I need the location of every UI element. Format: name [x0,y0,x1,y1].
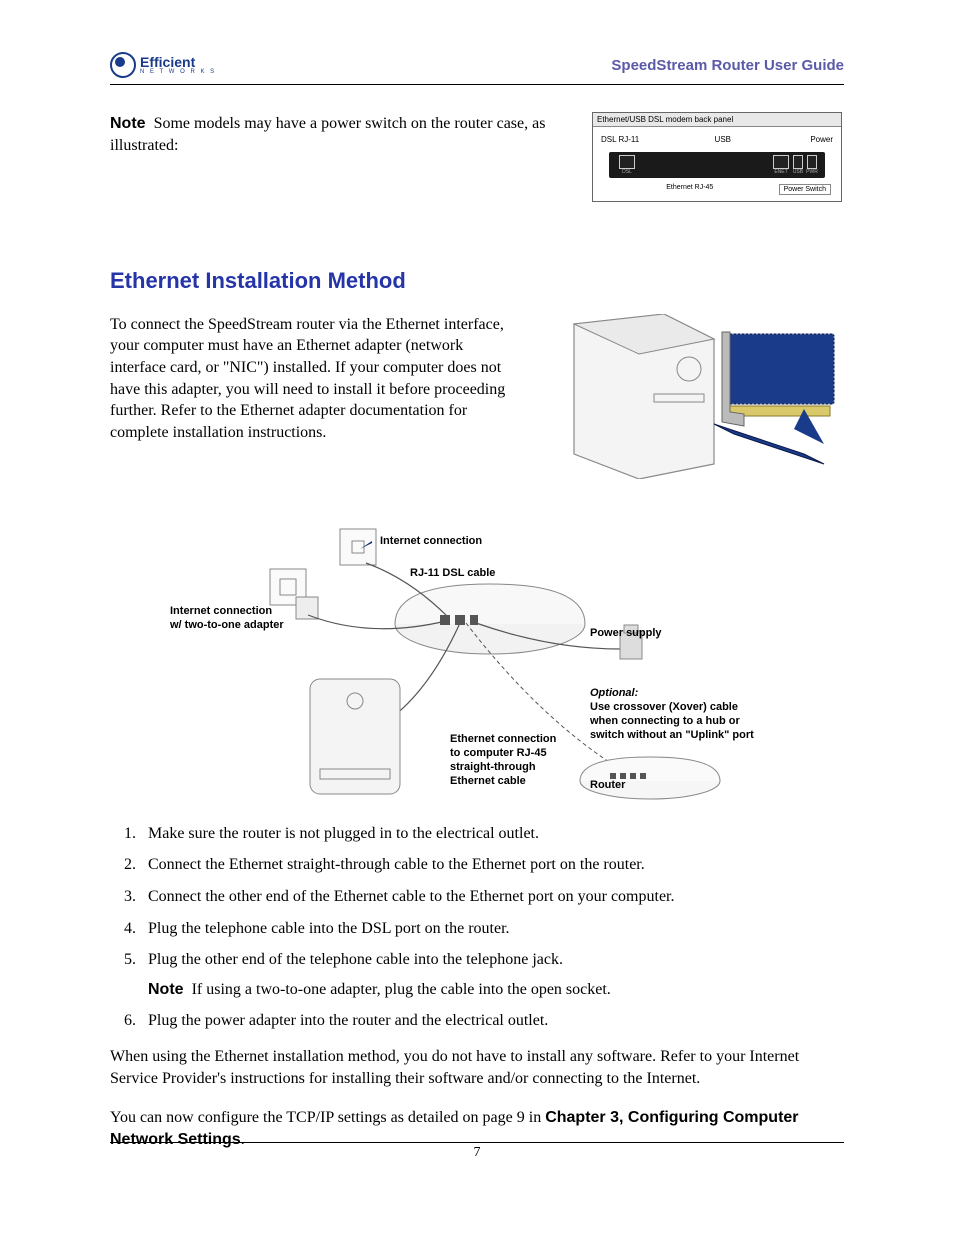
port-label-dsl: DSL [617,169,637,175]
diagram-label-optional: Optional: [590,687,638,699]
step-item: Make sure the router is not plugged in t… [140,823,844,845]
diagram-label-optional-l2: when connecting to a hub or [590,715,740,727]
brand-logo-sub: N E T W O R K S [140,69,216,75]
port-icon [793,155,803,169]
brand-logo: Efficient N E T W O R K S [110,52,216,78]
diagram-label-two-to-one-2: w/ two-to-one adapter [170,619,284,631]
top-note: Note Some models may have a power switch… [110,113,580,158]
step-text: Connect the Ethernet straight-through ca… [148,856,645,873]
section-heading: Ethernet Installation Method [110,268,844,294]
note-label: Note [148,981,184,998]
diagram-label-internet: Internet connection [380,535,482,547]
diagram-label-two-to-one-1: Internet connection [170,605,272,617]
diagram-label-router: Router [590,779,625,791]
panel-label-power: Power [763,135,833,144]
step-item: Connect the other end of the Ethernet ca… [140,886,844,908]
panel-figure-title: Ethernet/USB DSL modem back panel [593,113,841,127]
step-item: Plug the telephone cable into the DSL po… [140,918,844,940]
install-steps: Make sure the router is not plugged in t… [110,823,844,1032]
note-text: Some models may have a power switch on t… [110,115,545,154]
port-label-enet: ENET [771,169,791,175]
step-text: Connect the other end of the Ethernet ca… [148,888,675,905]
panel-label-dsl: DSL RJ-11 [601,135,682,144]
port-icon [807,155,817,169]
brand-logo-icon [110,52,136,78]
page-header: Efficient N E T W O R K S SpeedStream Ro… [110,52,844,85]
power-switch-label: Power Switch [779,184,831,195]
footer-rule [110,1142,844,1143]
step-item: Plug the other end of the telephone cabl… [140,949,844,1000]
step-note: Note If using a two-to-one adapter, plug… [148,979,844,1001]
closing-paragraph-2: You can now configure the TCP/IP setting… [110,1107,844,1150]
step-text: Make sure the router is not plugged in t… [148,825,539,842]
intro-paragraph: To connect the SpeedStream router via th… [110,314,514,479]
diagram-label-power: Power supply [590,627,662,639]
diagram-label-eth2: to computer RJ-45 [450,747,547,759]
port-icon [619,155,635,169]
port-icon [773,155,789,169]
step-text: Plug the telephone cable into the DSL po… [148,920,510,937]
page-number: 7 [0,1145,954,1161]
panel-label-rj45: Ethernet RJ-45 [666,184,713,195]
panel-device-icon: DSL ENET USB PWR [609,152,825,178]
note-text: If using a two-to-one adapter, plug the … [192,981,611,998]
port-label-usb: USB [791,169,805,175]
connection-diagram: Internet connection RJ-11 DSL cable Inte… [110,519,844,809]
closing-paragraph-1: When using the Ethernet installation met… [110,1046,844,1089]
diagram-label-eth4: Ethernet cable [450,775,526,787]
step-text: Plug the power adapter into the router a… [148,1012,548,1029]
diagram-label-rj11: RJ-11 DSL cable [410,567,495,579]
step-item: Connect the Ethernet straight-through ca… [140,854,844,876]
diagram-label-optional-l3: switch without an "Uplink" port [590,729,754,741]
diagram-label-eth3: straight-through [450,761,536,773]
back-panel-figure: Ethernet/USB DSL modem back panel DSL RJ… [592,112,842,202]
port-label-pwr: PWR [805,169,819,175]
note-label: Note [110,115,146,132]
brand-logo-main: Efficient [140,55,216,69]
diagram-label-eth1: Ethernet connection [450,733,556,745]
nic-figure [544,314,844,479]
closing-pre: You can now configure the TCP/IP setting… [110,1109,545,1126]
step-item: Plug the power adapter into the router a… [140,1010,844,1032]
step-text: Plug the other end of the telephone cabl… [148,951,563,968]
panel-label-usb: USB [682,135,763,144]
diagram-label-optional-l1: Use crossover (Xover) cable [590,701,738,713]
document-title: SpeedStream Router User Guide [611,57,844,74]
